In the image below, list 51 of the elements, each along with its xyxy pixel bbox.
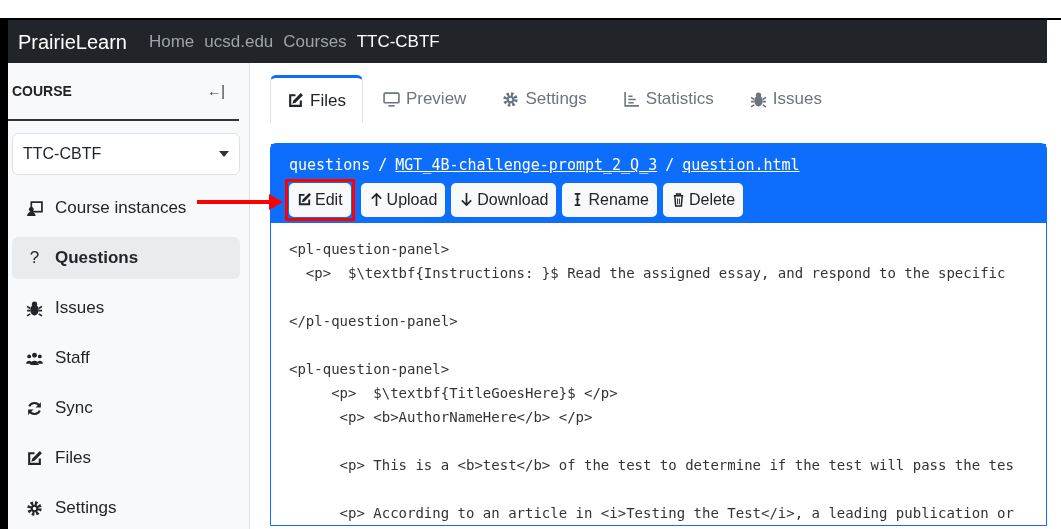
chart-icon <box>622 90 640 108</box>
sidebar-item[interactable]: Settings <box>12 487 240 529</box>
path-label: questions <box>289 155 371 176</box>
edit-icon <box>26 449 43 467</box>
code-line: <p> $\textbf{TitleGoesHere}$ </p> <box>330 383 618 403</box>
code-line: <p> $\textbf{Instructions: }$ Read the assigned essay, and respond to the specific <box>304 263 1006 283</box>
code-line: <p> According to an article in <i>Testing the Test</i>, a leading publication or <box>338 503 1014 523</box>
course-select[interactable]: TTC-CBTF <box>12 133 240 175</box>
question-mark-icon: ? <box>26 245 43 271</box>
tab[interactable]: Issues <box>733 75 838 123</box>
path-separator: / <box>378 155 388 176</box>
monitor-icon <box>382 90 400 108</box>
sidebar-item[interactable]: Staff <box>12 337 240 379</box>
sidebar-heading: COURSE <box>12 81 72 101</box>
edit-icon <box>287 92 304 109</box>
collapse-sidebar-button[interactable]: ←| <box>207 80 225 102</box>
bug-icon <box>749 90 767 108</box>
settings-icon <box>26 499 43 517</box>
nav-link[interactable]: TTC-CBTF <box>356 28 440 55</box>
sidebar-item[interactable]: ? Questions <box>12 237 240 279</box>
sidebar-item[interactable]: Files <box>12 437 240 479</box>
path-link[interactable]: question.html <box>682 154 800 177</box>
sync-icon <box>26 399 43 417</box>
tab[interactable]: Preview <box>366 75 483 123</box>
code-line: </pl-question-panel> <box>289 311 458 331</box>
nav-link[interactable]: Home <box>148 28 195 55</box>
file-action-button[interactable]: Edit <box>289 182 351 217</box>
file-action-button[interactable]: Upload <box>360 182 446 217</box>
path-separator: / <box>665 155 675 176</box>
file-action-button[interactable]: Delete <box>662 182 744 217</box>
file-action-button[interactable]: Rename <box>562 182 657 217</box>
sidebar-item[interactable]: Issues <box>12 287 240 329</box>
code-line: <pl-question-panel> <box>289 359 450 379</box>
settings-icon <box>502 90 520 108</box>
sidebar-item[interactable]: Course instances <box>12 187 240 229</box>
nav-link[interactable]: Courses <box>283 28 347 55</box>
code-line: <p> <b>AuthorNameHere</b> </p> <box>338 407 593 427</box>
nav-link[interactable]: ucsd.edu <box>204 28 274 55</box>
tab[interactable]: Statistics <box>606 75 730 123</box>
path-link[interactable]: MGT_4B-challenge-prompt_2_Q_3 <box>395 154 658 177</box>
tab[interactable]: Settings <box>486 75 603 123</box>
tab[interactable]: Files <box>270 75 363 123</box>
presentation-icon <box>26 199 43 217</box>
file-action-button[interactable]: Download <box>451 182 557 217</box>
code-line: <pl-question-panel> <box>289 239 450 259</box>
bug-icon <box>26 299 43 317</box>
caret-icon <box>219 151 229 157</box>
brand-logo[interactable]: PrairieLearn <box>18 26 127 57</box>
edit-icon <box>297 192 312 207</box>
sidebar-item[interactable]: Sync <box>12 387 240 429</box>
code-line: <p> This is a <b>test</b> of the test to determine if the test will pass the tes <box>338 455 1014 475</box>
